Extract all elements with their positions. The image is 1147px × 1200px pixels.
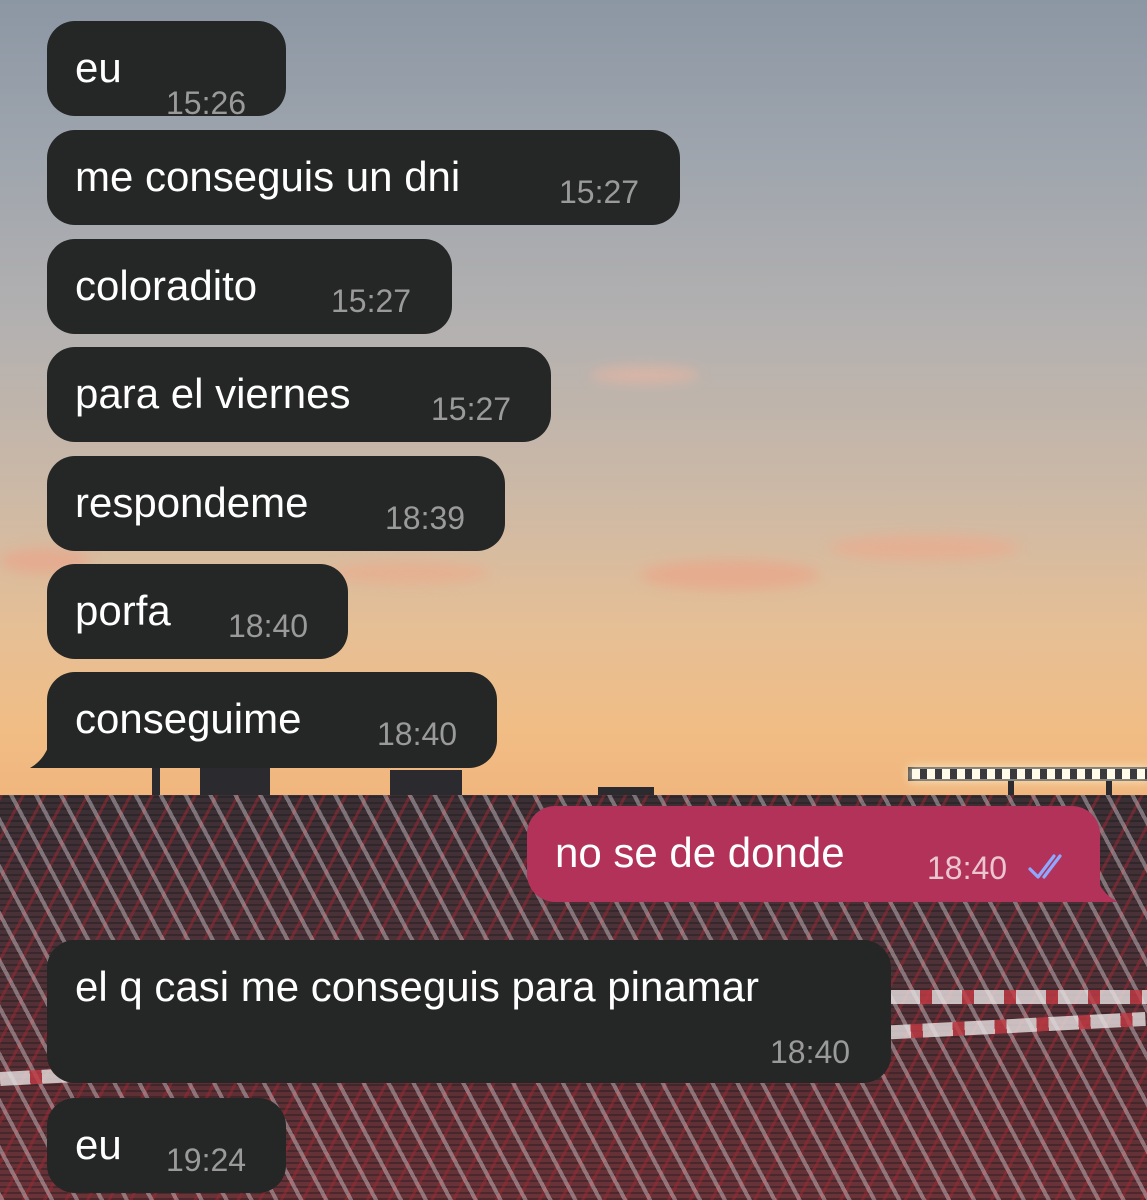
message-timestamp: 18:40 [770, 1034, 851, 1070]
message-timestamp: 15:27 [431, 391, 512, 427]
message-timestamp: 18:40 [377, 716, 458, 752]
message-timestamp: 18:40 [927, 850, 1008, 886]
message-timestamp: 15:27 [331, 283, 412, 319]
double-check-icon [1028, 854, 1062, 879]
message-bubble-incoming[interactable]: conseguime 18:40 [47, 672, 497, 768]
message-text: el q casi me conseguis para pinamar [75, 963, 760, 1010]
message-list: eu 15:26 me conseguis un dni 15:27 color… [0, 0, 1147, 1200]
message-timestamp: 18:39 [385, 500, 466, 536]
message-text: para el viernes [75, 370, 351, 417]
message-timestamp: 15:26 [166, 85, 247, 121]
message-text: conseguime [75, 695, 302, 742]
message-text: coloradito [75, 262, 258, 309]
message-bubble-incoming[interactable]: el q casi me conseguis para pinamar 18:4… [47, 940, 891, 1083]
message-text: respondeme [75, 479, 309, 526]
message-timestamp: 15:27 [559, 174, 640, 210]
message-text: no se de donde [555, 829, 845, 876]
message-timestamp: 19:24 [166, 1142, 247, 1178]
message-text: porfa [75, 587, 171, 634]
message-timestamp: 18:40 [228, 608, 309, 644]
message-text: eu [75, 44, 122, 91]
message-bubble-incoming[interactable]: porfa 18:40 [47, 564, 348, 659]
message-bubble-incoming[interactable]: para el viernes 15:27 [47, 347, 551, 442]
message-bubble-incoming[interactable]: coloradito 15:27 [47, 239, 452, 334]
message-bubble-outgoing[interactable]: no se de donde 18:40 [527, 806, 1100, 902]
message-bubble-incoming[interactable]: eu 19:24 [47, 1098, 286, 1193]
message-bubble-incoming[interactable]: me conseguis un dni 15:27 [47, 130, 680, 225]
message-text: me conseguis un dni [75, 153, 461, 200]
message-text: eu [75, 1121, 122, 1168]
message-bubble-incoming[interactable]: eu 15:26 [47, 21, 286, 121]
message-bubble-incoming[interactable]: respondeme 18:39 [47, 456, 505, 551]
